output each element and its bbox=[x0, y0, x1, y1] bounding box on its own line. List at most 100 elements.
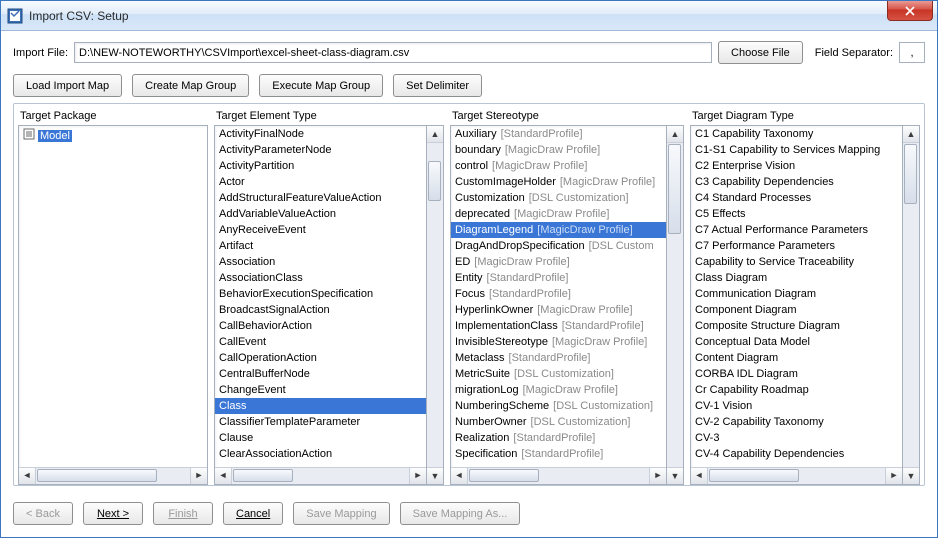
list-item[interactable]: NumberingScheme[DSL Customization] bbox=[451, 398, 666, 414]
list-item[interactable]: ActivityFinalNode bbox=[215, 126, 426, 142]
import-file-input[interactable] bbox=[74, 42, 712, 63]
list-item[interactable]: BehaviorExecutionSpecification bbox=[215, 286, 426, 302]
list-item[interactable]: BroadcastSignalAction bbox=[215, 302, 426, 318]
list-item[interactable]: NumberOwner[DSL Customization] bbox=[451, 414, 666, 430]
list-item[interactable]: Clause bbox=[215, 430, 426, 446]
list-item[interactable]: InvisibleStereotype[MagicDraw Profile] bbox=[451, 334, 666, 350]
scroll-right-icon[interactable]: ► bbox=[885, 468, 902, 484]
list-item[interactable]: CV-1 Vision bbox=[691, 398, 902, 414]
scroll-left-icon[interactable]: ◄ bbox=[215, 468, 232, 484]
vscrollbar[interactable]: ▲ ▼ bbox=[427, 125, 444, 485]
list-item[interactable]: C1-S1 Capability to Services Mapping bbox=[691, 142, 902, 158]
execute-map-group-button[interactable]: Execute Map Group bbox=[259, 74, 383, 97]
finish-button[interactable]: Finish bbox=[153, 502, 213, 525]
list-item[interactable]: Content Diagram bbox=[691, 350, 902, 366]
vscrollbar[interactable]: ▲ ▼ bbox=[667, 125, 684, 485]
list-item[interactable]: AddStructuralFeatureValueAction bbox=[215, 190, 426, 206]
list-item[interactable]: C7 Performance Parameters bbox=[691, 238, 902, 254]
list-item[interactable]: CV-2 Capability Taxonomy bbox=[691, 414, 902, 430]
list-item[interactable]: deprecated[MagicDraw Profile] bbox=[451, 206, 666, 222]
list-item[interactable]: Class bbox=[215, 398, 426, 414]
list-item[interactable]: ClassifierTemplateParameter bbox=[215, 414, 426, 430]
list-item[interactable]: AnyReceiveEvent bbox=[215, 222, 426, 238]
list-item[interactable]: Cr Capability Roadmap bbox=[691, 382, 902, 398]
hscrollbar[interactable]: ◄ ► bbox=[451, 467, 666, 484]
element-type-list[interactable]: ActivityFinalNodeActivityParameterNodeAc… bbox=[214, 125, 427, 485]
list-item[interactable]: C4 Standard Processes bbox=[691, 190, 902, 206]
list-item[interactable]: Realization[StandardProfile] bbox=[451, 430, 666, 446]
back-button[interactable]: < Back bbox=[13, 502, 73, 525]
list-item[interactable]: Communication Diagram bbox=[691, 286, 902, 302]
list-item[interactable]: Association bbox=[215, 254, 426, 270]
list-item[interactable]: Customization[DSL Customization] bbox=[451, 190, 666, 206]
vscrollbar[interactable]: ▲ ▼ bbox=[903, 125, 920, 485]
list-item[interactable]: Specification[StandardProfile] bbox=[451, 446, 666, 462]
scroll-thumb[interactable] bbox=[904, 144, 917, 204]
list-item[interactable]: C2 Enterprise Vision bbox=[691, 158, 902, 174]
list-item[interactable]: ED[MagicDraw Profile] bbox=[451, 254, 666, 270]
stereotype-list[interactable]: Auxiliary[StandardProfile]boundary[Magic… bbox=[450, 125, 667, 485]
list-item[interactable]: boundary[MagicDraw Profile] bbox=[451, 142, 666, 158]
field-separator-input[interactable] bbox=[899, 42, 925, 63]
list-item[interactable]: C1 Capability Taxonomy bbox=[691, 126, 902, 142]
list-item[interactable]: C3 Capability Dependencies bbox=[691, 174, 902, 190]
list-item[interactable]: ActivityParameterNode bbox=[215, 142, 426, 158]
list-item[interactable]: Composite Structure Diagram bbox=[691, 318, 902, 334]
hscrollbar[interactable]: ◄ ► bbox=[215, 467, 426, 484]
close-button[interactable] bbox=[887, 1, 933, 21]
list-item[interactable]: ChangeEvent bbox=[215, 382, 426, 398]
list-item[interactable]: ActivityPartition bbox=[215, 158, 426, 174]
list-item[interactable]: migrationLog[MagicDraw Profile] bbox=[451, 382, 666, 398]
list-item[interactable]: CallOperationAction bbox=[215, 350, 426, 366]
list-item[interactable]: control[MagicDraw Profile] bbox=[451, 158, 666, 174]
list-item[interactable]: Class Diagram bbox=[691, 270, 902, 286]
target-package-tree[interactable]: Model ◄ ► bbox=[18, 125, 208, 485]
diagram-type-list[interactable]: C1 Capability TaxonomyC1-S1 Capability t… bbox=[690, 125, 903, 485]
hscrollbar[interactable]: ◄ ► bbox=[691, 467, 902, 484]
list-item[interactable]: ImplementationClass[StandardProfile] bbox=[451, 318, 666, 334]
scroll-up-icon[interactable]: ▲ bbox=[427, 126, 443, 143]
scroll-thumb[interactable] bbox=[233, 469, 293, 482]
scroll-thumb[interactable] bbox=[668, 144, 681, 234]
list-item[interactable]: HyperlinkOwner[MagicDraw Profile] bbox=[451, 302, 666, 318]
set-delimiter-button[interactable]: Set Delimiter bbox=[393, 74, 482, 97]
list-item[interactable]: Focus[StandardProfile] bbox=[451, 286, 666, 302]
list-item[interactable]: CustomImageHolder[MagicDraw Profile] bbox=[451, 174, 666, 190]
list-item[interactable]: C7 Actual Performance Parameters bbox=[691, 222, 902, 238]
list-item[interactable]: CORBA IDL Diagram bbox=[691, 366, 902, 382]
scroll-thumb[interactable] bbox=[428, 161, 441, 201]
list-item[interactable]: Actor bbox=[215, 174, 426, 190]
scroll-right-icon[interactable]: ► bbox=[190, 468, 207, 484]
list-item[interactable]: ClearAssociationAction bbox=[215, 446, 426, 462]
list-item[interactable]: CallEvent bbox=[215, 334, 426, 350]
scroll-left-icon[interactable]: ◄ bbox=[451, 468, 468, 484]
create-map-group-button[interactable]: Create Map Group bbox=[132, 74, 249, 97]
list-item[interactable]: AssociationClass bbox=[215, 270, 426, 286]
list-item[interactable]: C5 Effects bbox=[691, 206, 902, 222]
scroll-up-icon[interactable]: ▲ bbox=[903, 126, 919, 143]
titlebar[interactable]: Import CSV: Setup bbox=[1, 1, 937, 31]
scroll-right-icon[interactable]: ► bbox=[649, 468, 666, 484]
scroll-down-icon[interactable]: ▼ bbox=[903, 467, 919, 484]
list-item[interactable]: Auxiliary[StandardProfile] bbox=[451, 126, 666, 142]
list-item[interactable]: Conceptual Data Model bbox=[691, 334, 902, 350]
save-mapping-as-button[interactable]: Save Mapping As... bbox=[400, 502, 521, 525]
list-item[interactable]: DiagramLegend[MagicDraw Profile] bbox=[451, 222, 666, 238]
list-item[interactable]: Capability to Service Traceability bbox=[691, 254, 902, 270]
list-item[interactable]: DragAndDropSpecification[DSL Custom bbox=[451, 238, 666, 254]
list-item[interactable]: Artifact bbox=[215, 238, 426, 254]
list-item[interactable]: CV-4 Capability Dependencies bbox=[691, 446, 902, 462]
save-mapping-button[interactable]: Save Mapping bbox=[293, 502, 389, 525]
scroll-down-icon[interactable]: ▼ bbox=[667, 467, 683, 484]
next-button[interactable]: Next > bbox=[83, 502, 143, 525]
load-import-map-button[interactable]: Load Import Map bbox=[13, 74, 122, 97]
list-item[interactable]: Entity[StandardProfile] bbox=[451, 270, 666, 286]
scroll-left-icon[interactable]: ◄ bbox=[691, 468, 708, 484]
tree-item[interactable]: Model bbox=[19, 126, 207, 145]
cancel-button[interactable]: Cancel bbox=[223, 502, 283, 525]
list-item[interactable]: CentralBufferNode bbox=[215, 366, 426, 382]
scroll-thumb[interactable] bbox=[469, 469, 539, 482]
list-item[interactable]: CV-3 bbox=[691, 430, 902, 446]
list-item[interactable]: Component Diagram bbox=[691, 302, 902, 318]
list-item[interactable]: AddVariableValueAction bbox=[215, 206, 426, 222]
